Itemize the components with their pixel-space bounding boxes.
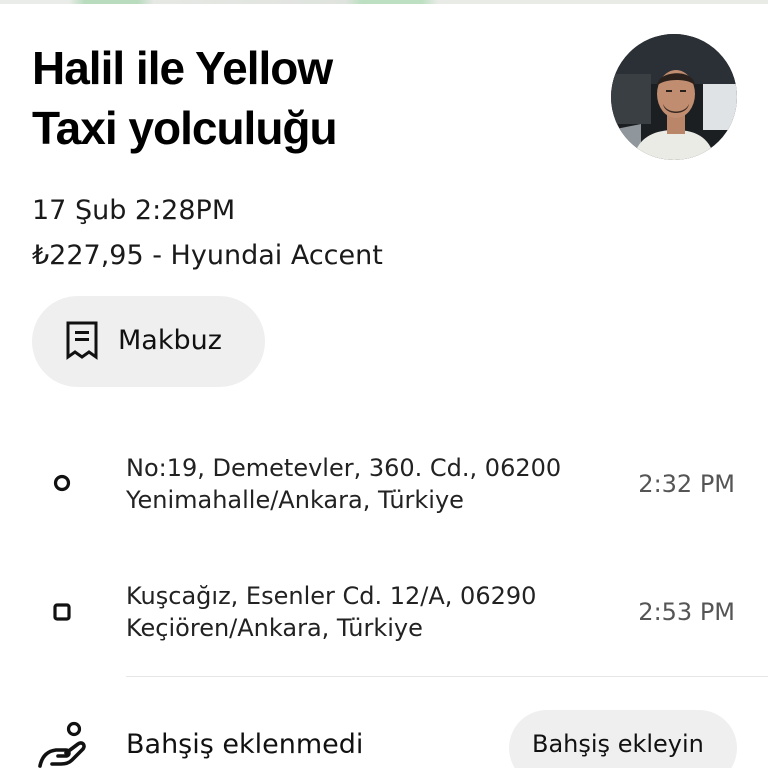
receipt-icon xyxy=(66,321,98,360)
driver-photo xyxy=(611,34,737,160)
map-preview[interactable] xyxy=(0,0,768,4)
driver-avatar[interactable] xyxy=(611,34,737,160)
trip-datetime: 17 Şub 2:28PM xyxy=(32,195,236,226)
tip-hand-icon xyxy=(38,721,86,768)
trip-title-line1: Halil ile Yellow xyxy=(32,42,333,94)
pickup-time: 2:32 PM xyxy=(638,470,735,498)
pickup-address-line1: No:19, Demetevler, 360. Cd., 06200 xyxy=(126,454,562,482)
pickup-address-line2: Yenimahalle/Ankara, Türkiye xyxy=(126,486,464,514)
tip-status: Bahşiş eklenmedi xyxy=(126,729,364,760)
receipt-button[interactable]: Makbuz xyxy=(32,296,265,387)
trip-price-vehicle: ₺227,95 - Hyundai Accent xyxy=(32,240,383,271)
dropoff-time: 2:53 PM xyxy=(638,598,735,626)
add-tip-button[interactable]: Bahşiş ekleyin xyxy=(509,710,737,768)
square-marker-icon xyxy=(53,603,71,621)
receipt-button-label: Makbuz xyxy=(118,325,222,356)
trip-title: Halil ile Yellow Taxi yolculuğu xyxy=(32,38,592,158)
dropoff-address-line1: Kuşcağız, Esenler Cd. 12/A, 06290 xyxy=(126,582,537,610)
trip-details-screen: Halil ile Yellow Taxi yolculuğu 17 Şub 2… xyxy=(0,0,768,768)
section-divider xyxy=(126,676,768,677)
circle-marker-icon xyxy=(53,474,71,492)
trip-title-line2: Taxi yolculuğu xyxy=(32,102,338,154)
dropoff-address-line2: Keçiören/Ankara, Türkiye xyxy=(126,614,423,642)
add-tip-button-label: Bahşiş ekleyin xyxy=(532,730,704,758)
